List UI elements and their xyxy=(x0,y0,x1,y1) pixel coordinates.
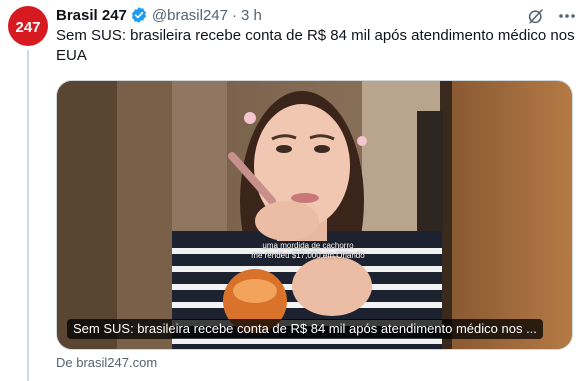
card-image xyxy=(57,81,572,349)
avatar[interactable]: 247 xyxy=(8,6,48,46)
verified-badge-icon xyxy=(130,6,148,24)
grok-icon[interactable] xyxy=(527,7,545,25)
avatar-label: 247 xyxy=(15,19,40,36)
author-handle[interactable]: @brasil247 xyxy=(152,7,228,24)
tweet-header: Brasil 247 @brasil247 · 3 h xyxy=(56,5,262,25)
tweet-text: Sem SUS: brasileira recebe conta de R$ 8… xyxy=(56,27,575,64)
card-caption: Sem SUS: brasileira recebe conta de R$ 8… xyxy=(67,319,543,339)
separator-dot: · xyxy=(232,6,237,24)
link-card[interactable]: uma mordida de cachorro me rendeu $17,00… xyxy=(56,80,573,350)
more-options-icon[interactable] xyxy=(556,6,578,26)
video-overlay-text-line1: uma mordida de cachorro xyxy=(262,241,354,250)
timestamp[interactable]: 3 h xyxy=(241,7,262,24)
card-source-link[interactable]: De brasil247.com xyxy=(56,355,157,370)
video-overlay-text-line2: me rendeu $17,000 em Orlando xyxy=(251,251,365,260)
author-name[interactable]: Brasil 247 xyxy=(56,7,127,24)
thread-line xyxy=(27,50,29,381)
